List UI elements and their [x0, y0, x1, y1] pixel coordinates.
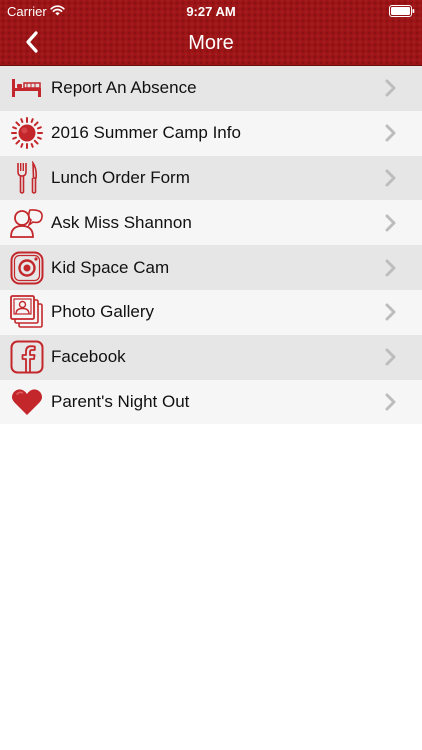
bed-icon: [9, 70, 45, 106]
battery-icon: [389, 5, 415, 20]
chevron-right-icon: [384, 79, 398, 97]
menu-item-facebook[interactable]: Facebook: [0, 334, 422, 380]
menu-item-kid-space-cam[interactable]: Kid Space Cam: [0, 245, 422, 290]
menu-item-parents-night-out[interactable]: Parent's Night Out: [0, 379, 422, 425]
chevron-right-icon: [384, 348, 398, 366]
menu-item-label: Photo Gallery: [51, 302, 154, 322]
menu-item-label: 2016 Summer Camp Info: [51, 123, 241, 143]
menu-item-label: Facebook: [51, 347, 126, 367]
header-bar: Carrier 9:27 AM More: [0, 0, 422, 66]
heart-icon: [9, 384, 45, 420]
photos-icon: [9, 294, 45, 330]
chevron-right-icon: [384, 393, 398, 411]
menu-item-report-an-absence[interactable]: Report An Absence: [0, 66, 422, 111]
person-chat-icon: [9, 205, 45, 241]
menu-item-label: Kid Space Cam: [51, 257, 170, 277]
menu-item-summer-camp-info[interactable]: 2016 Summer Camp Info: [0, 110, 422, 156]
menu-item-label: Report An Absence: [51, 78, 197, 98]
fork-knife-icon: [9, 160, 45, 196]
chevron-right-icon: [384, 303, 398, 321]
chevron-right-icon: [384, 259, 398, 277]
chevron-right-icon: [384, 214, 398, 232]
status-time: 9:27 AM: [186, 4, 236, 19]
menu-item-lunch-order-form[interactable]: Lunch Order Form: [0, 155, 422, 201]
status-bar: Carrier 9:27 AM: [0, 0, 422, 22]
camera-icon: [9, 250, 45, 286]
facebook-icon: [9, 339, 45, 375]
chevron-right-icon: [384, 169, 398, 187]
menu-item-ask-miss-shannon[interactable]: Ask Miss Shannon: [0, 200, 422, 246]
menu-list: Report An Absence 2016 Summer Camp Info …: [0, 66, 422, 425]
menu-item-label: Ask Miss Shannon: [51, 212, 192, 232]
sun-icon: [9, 115, 45, 151]
menu-item-label: Lunch Order Form: [51, 167, 190, 187]
menu-item-photo-gallery[interactable]: Photo Gallery: [0, 289, 422, 335]
menu-item-label: Parent's Night Out: [51, 391, 190, 411]
navigation-bar: More: [0, 22, 422, 66]
page-title: More: [188, 32, 234, 54]
chevron-right-icon: [384, 124, 398, 142]
app-screen: Carrier 9:27 AM More Report An Absence 2…: [0, 0, 422, 750]
